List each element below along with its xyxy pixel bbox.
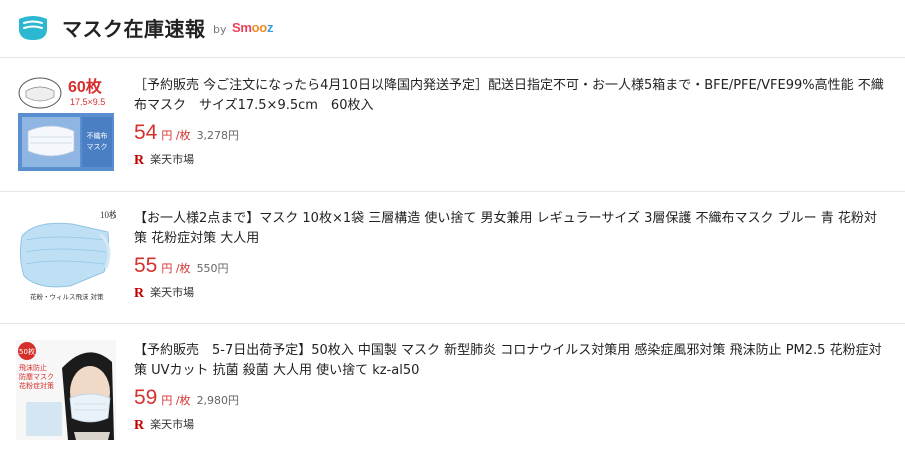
price-unit: 円 /枚 bbox=[161, 262, 191, 275]
brand-part-2: oo bbox=[251, 20, 268, 35]
app-title: マスク在庫速報 bbox=[62, 17, 206, 41]
mask-box-image: 60枚 17.5×9.5 不織布 マスク bbox=[16, 73, 116, 173]
total-price: 550円 bbox=[196, 262, 229, 275]
shop-name: 楽天市場 bbox=[150, 153, 195, 166]
app-header: マスク在庫速報 by Smooz bbox=[0, 0, 905, 58]
product-title-1[interactable]: ［予約販売 今ご注文になったら4月10日以降国内発送予定］配送日指定不可・お一人… bbox=[134, 76, 887, 116]
thumb-count-text: 10枚 bbox=[100, 209, 116, 220]
shop-name: 楽天市場 bbox=[150, 286, 195, 299]
price-row-3: 59 円 /枚 2,980円 bbox=[134, 386, 239, 410]
price-unit: 円 /枚 bbox=[161, 129, 191, 142]
svg-text:不織布: 不織布 bbox=[87, 131, 108, 140]
unit-price: 55 bbox=[134, 254, 158, 277]
blue-mask-image: 10枚 花粉・ウィルス飛沫 対策 bbox=[16, 206, 116, 306]
shop-row-1[interactable]: R 楽天市場 bbox=[134, 151, 194, 169]
unit-price: 54 bbox=[134, 121, 158, 144]
shop-row-2[interactable]: R 楽天市場 bbox=[134, 284, 194, 302]
thumb-caption: 花粉・ウィルス飛沫 対策 bbox=[30, 292, 104, 301]
thumb-line-1: 飛沫防止 bbox=[19, 363, 47, 372]
shop-row-3[interactable]: R 楽天市場 bbox=[134, 416, 194, 434]
thumb-line-2: 防塵マスク bbox=[19, 372, 54, 381]
thumb-size-text: 17.5×9.5 bbox=[70, 97, 105, 107]
mask-logo-icon bbox=[19, 16, 47, 40]
shop-name: 楽天市場 bbox=[150, 418, 195, 431]
product-title-2[interactable]: 【お一人様2点まで】マスク 10枚×1袋 三層構造 使い捨て 男女兼用 レギュラ… bbox=[134, 209, 887, 249]
brand-part-1: Sm bbox=[232, 20, 252, 35]
smooz-brand-logo[interactable]: Smooz bbox=[232, 20, 273, 35]
price-row-1: 54 円 /枚 3,278円 bbox=[134, 121, 239, 145]
svg-text:マスク: マスク bbox=[87, 143, 108, 151]
woman-mask-image: 50枚 飛沫防止 防塵マスク 花粉症対策 bbox=[16, 340, 116, 440]
product-thumbnail-1[interactable]: 60枚 17.5×9.5 不織布 マスク bbox=[16, 73, 116, 173]
price-unit: 円 /枚 bbox=[161, 394, 191, 407]
by-label: by bbox=[213, 23, 227, 36]
total-price: 3,278円 bbox=[196, 129, 240, 142]
brand-part-3: z bbox=[266, 20, 274, 35]
product-title-3[interactable]: 【予約販売 5-7日出荷予定】50枚入 中国製 マスク 新型肺炎 コロナウイルス… bbox=[134, 341, 887, 381]
rakuten-icon: R bbox=[134, 153, 145, 168]
product-item-2[interactable]: 10枚 花粉・ウィルス飛沫 対策 【お一人様2点まで】マスク 10枚×1袋 三層… bbox=[0, 192, 905, 324]
rakuten-icon: R bbox=[134, 286, 145, 301]
price-row-2: 55 円 /枚 550円 bbox=[134, 254, 229, 278]
product-thumbnail-2[interactable]: 10枚 花粉・ウィルス飛沫 対策 bbox=[16, 206, 116, 306]
unit-price: 59 bbox=[134, 386, 158, 409]
product-item-1[interactable]: 60枚 17.5×9.5 不織布 マスク ［予約販売 今ご注文になったら4月10… bbox=[0, 59, 905, 192]
thumb-count-text: 50枚 bbox=[19, 347, 35, 356]
thumb-line-3: 花粉症対策 bbox=[19, 381, 54, 390]
thumb-count-text: 60枚 bbox=[68, 77, 103, 96]
product-thumbnail-3[interactable]: 50枚 飛沫防止 防塵マスク 花粉症対策 bbox=[16, 340, 116, 440]
total-price: 2,980円 bbox=[196, 394, 240, 407]
product-item-3[interactable]: 50枚 飛沫防止 防塵マスク 花粉症対策 【予約販売 5-7日出荷予定】50枚入… bbox=[0, 324, 905, 458]
rakuten-icon: R bbox=[134, 418, 145, 433]
